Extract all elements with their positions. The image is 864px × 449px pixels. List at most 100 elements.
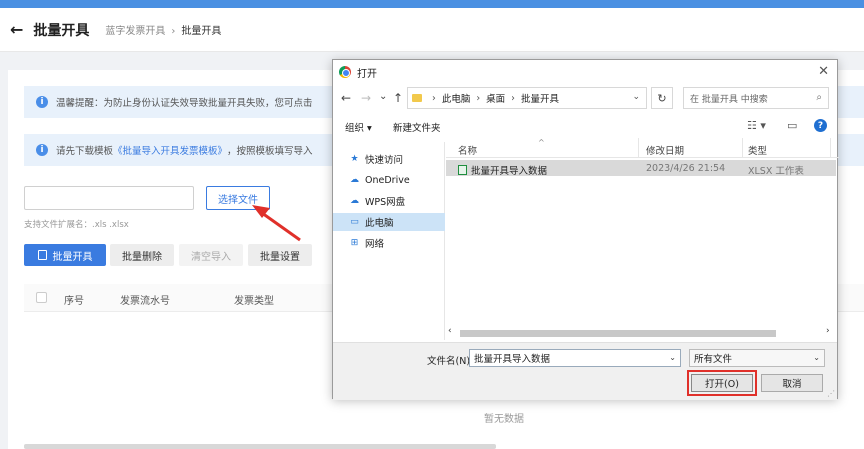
dialog-titlebar: 打开 ✕ [333, 60, 837, 84]
column-header-index: 序号 [64, 296, 84, 307]
column-header-name[interactable]: 名称 [458, 143, 477, 157]
chrome-icon [339, 66, 351, 78]
extension-hint: 支持文件扩展名：.xls .xlsx [24, 220, 129, 230]
column-header-serial: 发票流水号 [120, 296, 170, 307]
info-icon: i [36, 96, 48, 108]
cancel-button[interactable]: 取消 [761, 374, 823, 392]
filename-label: 文件名(N): [427, 356, 474, 367]
dialog-bottom-bar: 文件名(N): 批量开具导入数据 ⌄ 所有文件 ⌄ 打开(O) 取消 ⋰ [333, 342, 837, 400]
network-icon: ⊞ [350, 238, 359, 248]
filename-value: 批量开具导入数据 [474, 354, 551, 365]
address-segment-desktop[interactable]: 桌面 [486, 91, 505, 105]
file-type: XLSX 工作表 [748, 166, 804, 177]
up-folder-icon[interactable]: ↑ [393, 91, 403, 105]
search-placeholder: 在 批量开具 中搜索 [690, 94, 768, 105]
template-suffix: ，按照模板填写导入 [227, 146, 313, 157]
template-prefix: 请先下载模板 [56, 146, 114, 157]
dialog-title: 打开 [357, 68, 377, 80]
file-date: 2023/4/26 21:54 [646, 163, 726, 174]
nav-item-this-pc[interactable]: ▭ 此电脑 [333, 213, 445, 231]
file-list: 名称 ^ 修改日期 类型 批量开具导入数据 2023/4/26 21:54 XL… [446, 138, 839, 338]
computer-icon: ▭ [350, 217, 359, 227]
recent-locations-icon[interactable]: ⌄ [379, 91, 387, 102]
table-scrollbar[interactable] [24, 444, 496, 449]
excel-file-icon [458, 165, 467, 175]
address-separator: › [511, 92, 515, 104]
organize-menu[interactable]: 组织 ▾ [345, 120, 372, 134]
nav-item-network[interactable]: ⊞ 网络 [333, 234, 445, 252]
column-header-type[interactable]: 类型 [748, 143, 767, 157]
nav-item-quick-access[interactable]: ★ 快速访问 [333, 150, 445, 168]
breadcrumb: 蓝字发票开具 › 批量开具 [105, 22, 221, 37]
breadcrumb-item-blue-invoice[interactable]: 蓝字发票开具 [105, 26, 165, 37]
batch-settings-button[interactable]: 批量设置 [248, 244, 312, 266]
column-header-date[interactable]: 修改日期 [646, 143, 684, 157]
star-icon: ★ [350, 154, 359, 164]
open-button[interactable]: 打开(O) [687, 370, 757, 396]
file-name: 批量开具导入数据 [458, 163, 547, 177]
address-segment-folder[interactable]: 批量开具 [521, 91, 559, 105]
back-arrow-icon[interactable]: ← [10, 20, 23, 39]
sort-up-icon: ^ [538, 138, 545, 147]
select-all-checkbox[interactable] [36, 292, 47, 303]
top-band [0, 0, 864, 8]
reminder-text: 温馨提醒：为防止身份认证失效导致批量开具失败，您可点击 [56, 98, 313, 109]
address-bar[interactable]: › 此电脑 › 桌面 › 批量开具 ⌄ [407, 87, 647, 109]
empty-state: 暂无数据 [484, 414, 524, 425]
nav-item-label: 此电脑 [365, 218, 394, 229]
dialog-nav-row: ← → ⌄ ↑ › 此电脑 › 桌面 › 批量开具 ⌄ ↻ 在 批量开具 中搜索… [333, 87, 837, 111]
document-icon [37, 250, 47, 260]
info-icon: i [36, 144, 48, 156]
breadcrumb-item-current: 批量开具 [181, 26, 222, 37]
column-separator[interactable] [638, 138, 639, 158]
folder-icon [412, 94, 422, 102]
chevron-down-icon[interactable]: ⌄ [632, 92, 640, 102]
file-list-header: 名称 ^ 修改日期 类型 [446, 138, 839, 158]
filetype-select[interactable]: 所有文件 ⌄ [689, 349, 825, 367]
refresh-icon[interactable]: ↻ [651, 87, 673, 109]
scroll-right-icon[interactable]: › [826, 326, 830, 336]
file-list-scrollbar[interactable]: ‹ › [446, 326, 836, 338]
nav-item-onedrive[interactable]: ☁ OneDrive [333, 171, 445, 189]
forward-icon[interactable]: → [361, 91, 371, 105]
new-folder-button[interactable]: 新建文件夹 [393, 120, 441, 134]
filename-input[interactable]: 批量开具导入数据 ⌄ [469, 349, 681, 367]
address-separator: › [432, 92, 436, 104]
chevron-down-icon: ⌄ [813, 353, 820, 362]
close-icon[interactable]: ✕ [818, 64, 829, 79]
preview-pane-icon[interactable]: ▭ [787, 119, 797, 132]
nav-item-wps-drive[interactable]: ☁ WPS网盘 [333, 192, 445, 210]
navigation-pane: ★ 快速访问 ☁ OneDrive ☁ WPS网盘 ▭ 此电脑 ⊞ 网络 [333, 142, 445, 340]
open-file-dialog: 打开 ✕ ← → ⌄ ↑ › 此电脑 › 桌面 › 批量开具 ⌄ ↻ 在 批量开… [332, 59, 839, 400]
dialog-toolbar: 组织 ▾ 新建文件夹 ☷ ▾ ▭ ? [333, 116, 837, 138]
batch-issue-button[interactable]: 批量开具 [24, 244, 106, 266]
nav-item-label: OneDrive [365, 174, 410, 186]
scroll-thumb[interactable] [460, 330, 776, 337]
clear-import-button[interactable]: 清空导入 [179, 244, 243, 266]
address-segment-pc[interactable]: 此电脑 [442, 91, 471, 105]
column-separator[interactable] [830, 138, 831, 158]
nav-item-label: 快速访问 [365, 155, 404, 166]
search-input[interactable]: 在 批量开具 中搜索 ⌕ [683, 87, 829, 109]
file-row[interactable]: 批量开具导入数据 2023/4/26 21:54 XLSX 工作表 [446, 160, 836, 177]
batch-issue-label: 批量开具 [52, 251, 93, 263]
template-download-link[interactable]: 《批量导入开具发票模板》 [113, 143, 227, 157]
column-separator[interactable] [742, 138, 743, 158]
scroll-left-icon[interactable]: ‹ [448, 326, 452, 336]
view-options-icon[interactable]: ☷ ▾ [747, 119, 766, 132]
page-title: 批量开具 [33, 22, 90, 39]
nav-item-label: 网络 [365, 239, 385, 250]
choose-file-button[interactable]: 选择文件 [206, 186, 270, 210]
help-icon[interactable]: ? [814, 119, 827, 132]
chevron-down-icon[interactable]: ⌄ [669, 353, 676, 362]
breadcrumb-separator: › [171, 26, 176, 37]
resize-grip-icon[interactable]: ⋰ [827, 389, 835, 398]
column-header-type: 发票类型 [234, 296, 274, 307]
back-icon[interactable]: ← [341, 91, 351, 105]
page-header: ← 批量开具 蓝字发票开具 › 批量开具 [0, 8, 864, 52]
filetype-value: 所有文件 [694, 354, 733, 365]
file-path-input[interactable] [24, 186, 194, 210]
batch-delete-button[interactable]: 批量删除 [110, 244, 174, 266]
search-icon: ⌕ [816, 92, 822, 103]
address-separator: › [476, 92, 481, 104]
